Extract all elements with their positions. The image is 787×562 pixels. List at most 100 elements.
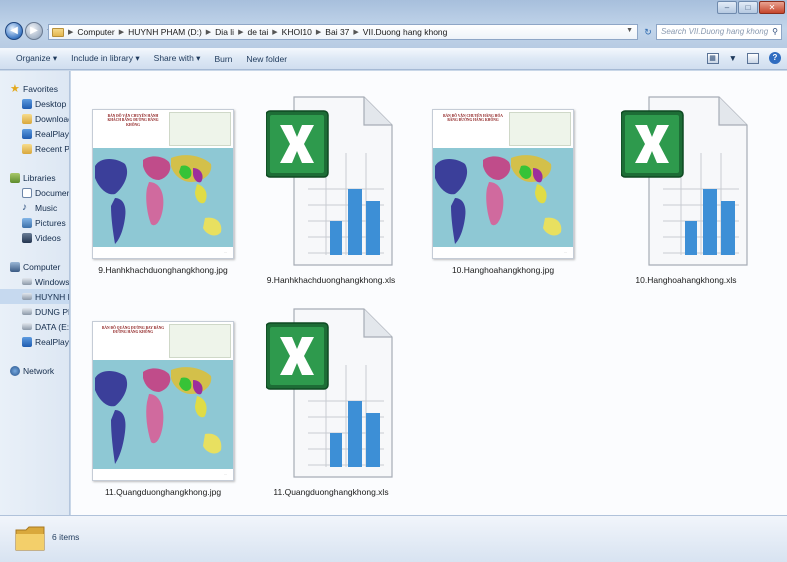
title-bar: – □ ✕ ◀ ▶ ▼ ▶ Computer ▶ HUYNH PHAM (D:)… [0,0,787,48]
file-item[interactable]: 9.Hanhkhachduonghangkhong.xls [246,93,416,285]
thumb-legend [509,112,571,146]
map-thumbnail-image: BẢN ĐỒ VẬN CHUYỂN HÀNG HÓA BẰNG ĐƯỜNG HÀ… [432,109,574,259]
preview-pane-icon[interactable] [747,52,759,64]
nav-label: Videos [35,232,61,243]
minimize-button[interactable]: – [717,1,737,14]
thumb-title: BẢN ĐỒ VẬN CHUYỂN HÀNG HÓA BẰNG ĐƯỜNG HÀ… [443,114,503,123]
breadcrumb-computer[interactable]: Computer [77,27,114,37]
nav-item-documents[interactable]: Documen [0,185,69,200]
drive-icon [22,293,32,300]
address-bar[interactable]: ▶ Computer ▶ HUYNH PHAM (D:) ▶ Dia li ▶ … [48,24,638,40]
nav-item-desktop[interactable]: Desktop [0,96,69,111]
favorites-group: ★ Favorites Desktop Downloac RealPlaye R… [0,81,69,156]
nav-libraries[interactable]: Libraries [0,170,69,185]
breadcrumb-arrow-icon[interactable]: ▶ [68,28,73,36]
file-item[interactable]: BẢN ĐỒ QUÃNG ĐƯỜNG BAY BẰNG ĐƯỜNG HÀNG K… [78,321,248,497]
forward-button[interactable]: ▶ [25,22,43,40]
nav-item-data-drive[interactable]: DATA (E:) [0,319,69,334]
excel-file-icon [265,305,396,481]
nav-computer[interactable]: Computer [0,259,69,274]
nav-item-recent-places[interactable]: Recent Pl [0,141,69,156]
file-name: 9.Hanhkhachduonghangkhong.xls [266,275,396,285]
search-input[interactable]: Search VII.Duong hang khong ⚲ [656,24,782,40]
drive-icon [22,308,32,315]
nav-item-huynh-pham-drive[interactable]: HUYNH P [0,289,69,304]
realplayer-icon [22,128,32,139]
thumb-header: BẢN ĐỒ VẬN CHUYỂN HÀNG HÓA BẰNG ĐƯỜNG HÀ… [433,110,573,148]
drive-icon [22,278,32,285]
nav-item-dung-pham-drive[interactable]: DUNG PH [0,304,69,319]
file-name: 9.Hanhkhachduonghangkhong.jpg [98,265,228,275]
breadcrumb-de-tai[interactable]: de tai [247,27,268,37]
thumb-header: BẢN ĐỒ QUÃNG ĐƯỜNG BAY BẰNG ĐƯỜNG HÀNG K… [93,322,233,360]
nav-item-pictures[interactable]: Pictures [0,215,69,230]
breadcrumb-khoi10[interactable]: KHOI10 [282,27,312,37]
navigation-buttons: ◀ ▶ ▼ [5,22,53,40]
nav-item-videos[interactable]: Videos [0,230,69,245]
thumb-header: BẢN ĐỒ VẬN CHUYỂN HÀNH KHÁCH BẰNG ĐƯỜNG … [93,110,233,148]
world-map-image [93,148,233,249]
documents-icon [22,187,32,198]
breadcrumb-arrow-icon[interactable]: ▶ [206,28,211,36]
toolbar-right: ▦ ▼ ? [706,52,781,64]
nav-item-realplayer[interactable]: RealPlaye [0,126,69,141]
computer-group: Computer Windows HUYNH P DUNG PH DATA (E… [0,259,69,349]
excel-file-icon [620,93,751,269]
thumb-footer: ··· [93,247,233,258]
new-folder-button[interactable]: New folder [246,54,287,64]
star-icon: ★ [10,82,20,95]
nav-network[interactable]: Network [0,363,69,378]
close-button[interactable]: ✕ [759,1,785,14]
breadcrumb-drive[interactable]: HUYNH PHAM (D:) [128,27,202,37]
nav-label: Recent Pl [35,143,69,154]
file-item[interactable]: BẢN ĐỒ VẬN CHUYỂN HÀNH KHÁCH BẰNG ĐƯỜNG … [78,109,248,275]
share-with-button[interactable]: Share with ▾ [154,53,201,64]
thumb-footer: ··· [433,247,573,258]
file-list-view: BẢN ĐỒ VẬN CHUYỂN HÀNH KHÁCH BẰNG ĐƯỜNG … [71,71,787,515]
back-button[interactable]: ◀ [5,22,23,40]
burn-button[interactable]: Burn [214,54,232,64]
world-map-image [433,148,573,249]
maximize-button[interactable]: □ [738,1,758,14]
breadcrumb-bai37[interactable]: Bai 37 [325,27,349,37]
breadcrumb-arrow-icon[interactable]: ▶ [272,28,277,36]
map-thumbnail-image: BẢN ĐỒ VẬN CHUYỂN HÀNH KHÁCH BẰNG ĐƯỜNG … [92,109,234,259]
breadcrumb-arrow-icon[interactable]: ▶ [119,28,124,36]
drive-icon [22,323,32,330]
file-item[interactable]: 11.Quangduonghangkhong.xls [246,305,416,497]
organize-button[interactable]: Organize ▾ [16,53,57,64]
search-icon[interactable]: ⚲ [772,25,778,39]
desktop-icon [22,98,32,109]
file-name: 11.Quangduonghangkhong.xls [273,487,389,497]
libraries-group: Libraries Documen ♪ Music Pictures Video… [0,170,69,245]
nav-label: Favorites [23,83,58,94]
nav-label: DATA (E:) [35,321,69,332]
thumb-legend [169,112,231,146]
network-group: Network [0,363,69,378]
nav-label: Pictures [35,217,66,228]
breadcrumb-current-folder[interactable]: VII.Duong hang khong [363,27,448,37]
change-view-icon[interactable]: ▦ [706,52,719,64]
nav-item-downloads[interactable]: Downloac [0,111,69,126]
file-item[interactable]: BẢN ĐỒ VẬN CHUYỂN HÀNG HÓA BẰNG ĐƯỜNG HÀ… [418,109,588,275]
thumb-title: BẢN ĐỒ VẬN CHUYỂN HÀNH KHÁCH BẰNG ĐƯỜNG … [107,114,159,127]
nav-item-windows-drive[interactable]: Windows [0,274,69,289]
help-icon[interactable]: ? [769,52,781,64]
thumb-legend [169,324,231,358]
breadcrumb-arrow-icon[interactable]: ▶ [238,28,243,36]
file-item[interactable]: 10.Hanghoahangkhong.xls [601,93,771,285]
nav-item-realplayer-drive[interactable]: RealPlaye [0,334,69,349]
breadcrumb-arrow-icon[interactable]: ▶ [353,28,358,36]
thumb-title: BẢN ĐỒ QUÃNG ĐƯỜNG BAY BẰNG ĐƯỜNG HÀNG K… [102,326,164,335]
nav-label: Documen [35,187,69,198]
view-dropdown-icon[interactable]: ▼ [729,53,737,63]
refresh-icon[interactable]: ↻ [642,26,654,38]
breadcrumb-dia-li[interactable]: Dia li [215,27,234,37]
nav-favorites[interactable]: ★ Favorites [0,81,69,96]
nav-item-music[interactable]: ♪ Music [0,200,69,215]
breadcrumb-arrow-icon[interactable]: ▶ [316,28,321,36]
include-in-library-button[interactable]: Include in library ▾ [71,53,140,64]
address-dropdown-icon[interactable]: ▼ [626,27,633,34]
file-name: 11.Quangduonghangkhong.jpg [104,487,222,497]
nav-label: Computer [23,261,61,272]
